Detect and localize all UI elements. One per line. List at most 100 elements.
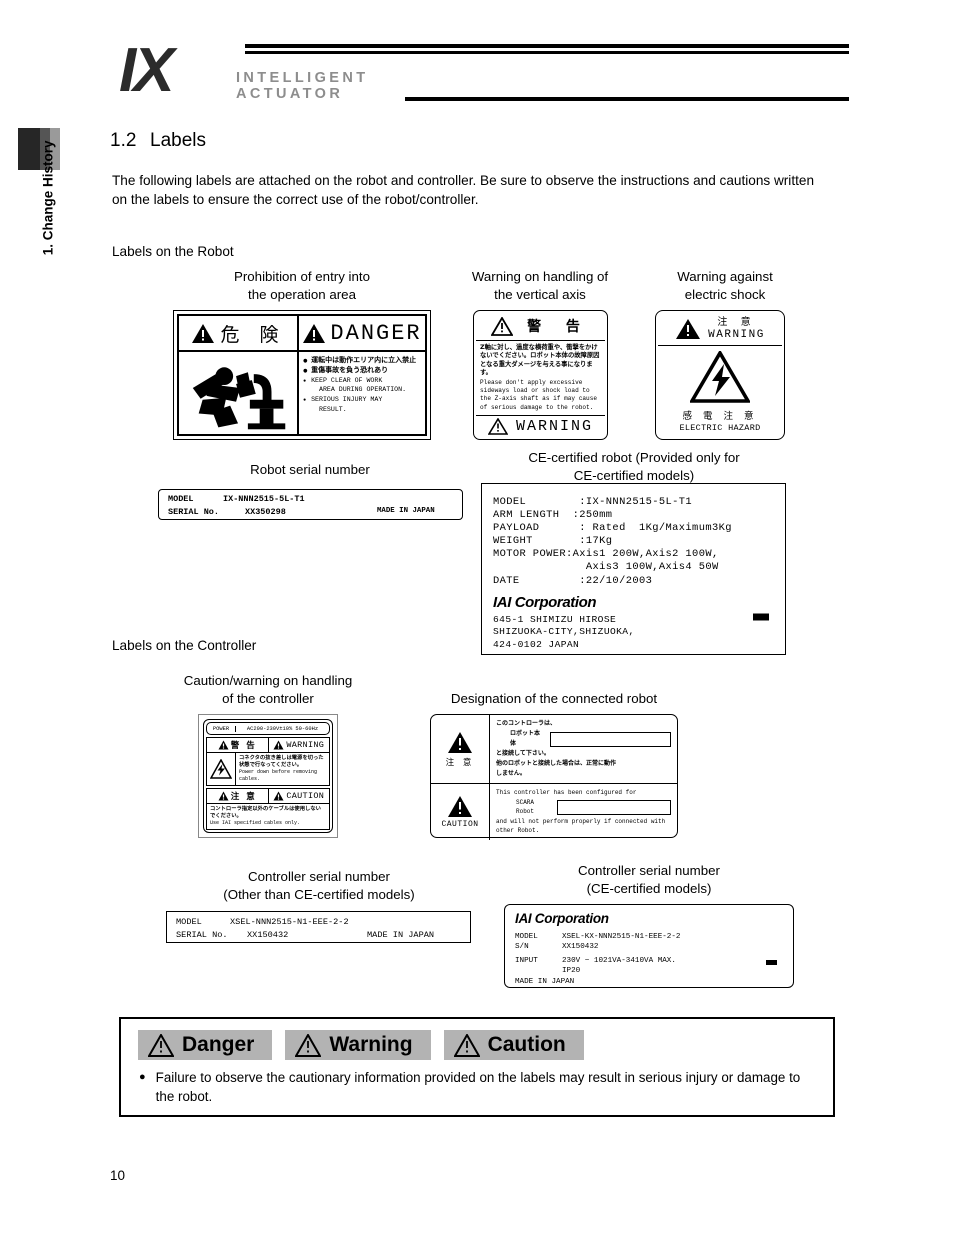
designation-caution-jp-cell: 注 意 (431, 715, 490, 783)
ctrl-serial-origin: MADE IN JAPAN (367, 930, 435, 940)
warning-triangle-icon (273, 791, 284, 801)
ctrl-ce-input-key: INPUT (515, 957, 538, 965)
robot-serial-model-key: MODEL (168, 494, 194, 504)
controller-warning-body-jp: コネクタの抜き差しは電源を切った状態で行なってください。 (239, 755, 324, 769)
designation-jp-line2: と接続して下さい。 (496, 750, 550, 757)
warning-triangle-icon (447, 731, 473, 754)
danger-bullet-jp-1: 運転中は動作エリア内に立入禁止 (303, 356, 422, 367)
controller-caution-jp: 注 意 (230, 792, 257, 802)
caption-ce-robot: CE-certified robot (Provided only for CE… (528, 450, 740, 483)
ce-spec-line-7: DATE :22/10/2003 (493, 574, 653, 587)
label-ce-certified-robot-plate: MODEL :IX-NNN2515-5L-T1 ARM LENGTH :250m… (481, 483, 786, 655)
header-rule-top-1 (245, 44, 849, 48)
warning-triangle-icon (675, 318, 701, 340)
ctrl-ce-model-value: XSEL-KX-NNN2515-N1-EEE-2-2 (562, 933, 681, 941)
ctrl-ce-sn-value: XX150432 (562, 943, 599, 951)
header-rule-top-2 (245, 51, 849, 54)
ce-mark-icon (709, 596, 771, 643)
tab-swatch-dark (18, 128, 40, 170)
warning-triangle-icon (447, 795, 473, 818)
designation-jp-line3: 他のロボットと接続した場合は、正常に動作 (496, 760, 617, 767)
controller-caution-jp-cell: 注 意 (207, 789, 269, 803)
label-controller-serial-number: MODEL XSEL-NNN2515-N1-EEE-2-2 SERIAL No.… (166, 911, 471, 943)
controller-warning-en-cell: WARNING (269, 738, 330, 752)
notice-chip-danger: Danger (138, 1030, 273, 1060)
vaxis-footer: WARNING (476, 414, 605, 437)
ctrl-serial-serial-key: SERIAL No. (176, 930, 228, 940)
page-header: IX INTELLIGENT ACTUATOR (0, 0, 954, 118)
designation-en-field-input[interactable] (556, 799, 671, 815)
label-vertical-axis-warning: 警 告 Z軸に対し、過度な横荷重や、衝撃をかけないでください。ロボット本体の故障… (473, 310, 608, 440)
safety-notice-box: Danger Warning Caution ● Failure to obse… (119, 1017, 835, 1117)
ctrl-serial-serial-value: XX150432 (247, 930, 289, 940)
label-controller-serial-number-ce: IAI Corporation MODEL XSEL-KX-NNN2515-N1… (504, 904, 794, 988)
brand-tagline-line1: INTELLIGENT (236, 70, 369, 86)
danger-head-jp: 危 険 (220, 323, 286, 346)
controller-warning-en: WARNING (286, 740, 325, 750)
header-rule-bottom (405, 97, 849, 101)
robot-serial-model-value: IX-NNN2515-5L-T1 (223, 494, 305, 504)
ce-spec-line-4: WEIGHT :17Kg (493, 535, 613, 548)
section-number: 1.2 (110, 130, 137, 151)
ctrl-ce-ip-value: IP20 (562, 967, 581, 975)
robot-serial-serial-value: XX350298 (245, 507, 286, 517)
ce-address-line-3: 424-0102 JAPAN (493, 638, 580, 650)
controller-warning-jp: 警 告 (230, 741, 257, 751)
designation-jp-field-input[interactable] (549, 731, 671, 747)
notice-text: Failure to observe the cautionary inform… (155, 1070, 801, 1104)
notice-chip-caution-label: Caution (487, 1033, 566, 1056)
controller-caution-en-cell: CAUTION (269, 789, 330, 803)
designation-en-line2: and will not perform properly if connect… (496, 817, 666, 825)
controller-caution-section: 注 意 CAUTION コントローラ指定以外のケーブルは使用しないでください。 … (206, 788, 330, 830)
controller-warning-section: 警 告 WARNING コネクタの抜き差しは電源を切った状態で行なってください。… (206, 737, 330, 786)
caption-controller-serial: Controller serial number (Other than CE-… (223, 869, 415, 902)
warning-triangle-icon (302, 323, 326, 344)
danger-head-en-cell: DANGER (299, 316, 425, 350)
warning-triangle-icon (273, 740, 284, 750)
caption-vertical-axis-label: Warning on handling of the vertical axis (471, 269, 609, 302)
ce-robot-spec-block: MODEL :IX-NNN2515-5L-T1 ARM LENGTH :250m… (493, 496, 732, 588)
designation-jp-field-label: ロボット本体 (510, 730, 541, 747)
warning-triangle-icon (453, 1033, 480, 1057)
shock-head-en: WARNING (708, 329, 765, 341)
brand-tagline-line2: ACTUATOR (236, 86, 344, 102)
designation-en-field-label: SCARA Robot (516, 798, 535, 816)
caption-controller-serial-ce: Controller serial number (CE-certified m… (578, 863, 720, 896)
danger-bullet-jp-2: 重傷事故を負う恐れあり (303, 366, 422, 377)
shock-foot-jp: 感 電 注 意 (682, 410, 758, 422)
warning-triangle-icon (295, 1033, 322, 1057)
page-number: 10 (110, 1168, 126, 1183)
ce-spec-line-5: MOTOR POWER:Axis1 200W,Axis2 100W, (493, 548, 719, 561)
subheading-controller-labels: Labels on the Controller (112, 638, 257, 653)
ctrl-ce-model-key: MODEL (515, 933, 538, 941)
notice-bullet-icon: ● (139, 1071, 146, 1083)
danger-head-en: DANGER (330, 320, 422, 346)
warning-triangle-icon (148, 1033, 174, 1057)
warning-triangle-icon (218, 740, 229, 750)
subheading-robot-labels: Labels on the Robot (112, 244, 234, 259)
warning-triangle-icon (487, 417, 508, 435)
label-electric-shock-warning: 注 意 WARNING 感 電 注 意 ELECTRIC HAZARD (655, 310, 785, 440)
vaxis-body-jp: Z軸に対し、過度な横荷重や、衝撃をかけないでください。ロボット本体の故障原因とな… (480, 343, 600, 377)
ctrl-ce-sn-key: S/N (515, 943, 529, 951)
label-controller-caution-warning: POWER AC200-230V±10% 50-60Hz 警 告 WARNING (198, 714, 338, 838)
vaxis-body-en: Please don't apply excessive sideways lo… (480, 378, 598, 411)
designation-caution-jp: 注 意 (445, 757, 475, 768)
label-robot-serial-number: MODEL IX-NNN2515-5L-T1 SERIAL No. XX3502… (158, 489, 463, 520)
chapter-label: 1. Change History (40, 140, 56, 256)
robot-hazard-pictogram-icon (179, 352, 300, 434)
designation-caution-en-cell: CAUTION (431, 784, 490, 840)
ce-address-line-1: 645-1 SHIMIZU HIROSE (493, 614, 617, 625)
warning-triangle-icon (218, 791, 229, 801)
ce-spec-line-3: PAYLOAD : Rated 1Kg/Maximum3Kg (493, 522, 732, 535)
danger-head-jp-cell: 危 険 (179, 316, 300, 351)
ce-spec-line-6: Axis3 100W,Axis4 50W (493, 561, 719, 574)
label-designation-connected-robot: 注 意 このコントローラは、 ロボット本体 と接続して下さい。 他のロボットと接… (430, 714, 678, 840)
ce-mark-icon (735, 949, 779, 982)
controller-caution-body-jp: コントローラ指定以外のケーブルは使用しないでください。 (210, 806, 321, 820)
intro-paragraph: The following labels are attached on the… (112, 173, 815, 207)
shock-head-jp: 注 意 (717, 317, 756, 328)
vaxis-header: 警 告 (476, 313, 605, 341)
caption-danger-label: Prohibition of entry into the operation … (233, 269, 370, 302)
robot-serial-serial-key: SERIAL No. (168, 507, 220, 517)
